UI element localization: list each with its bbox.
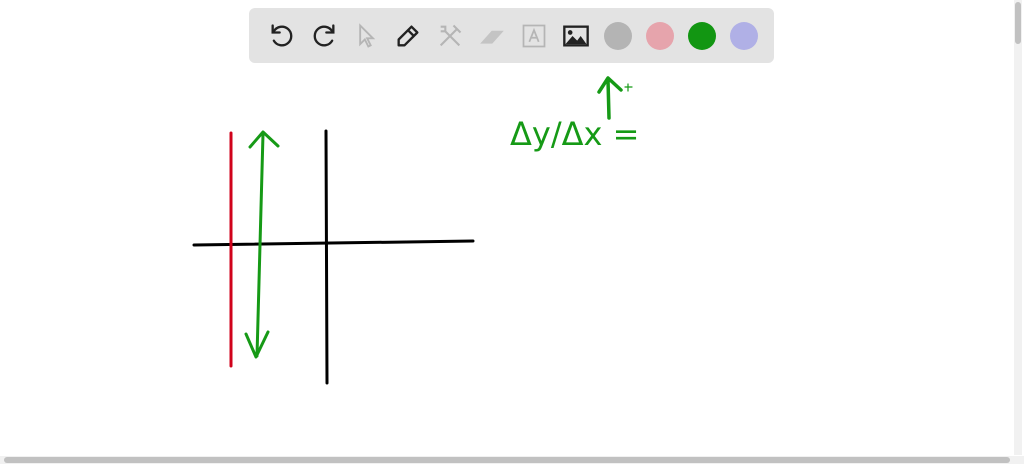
- canvas-drawing: [192, 76, 633, 385]
- vertical-scrollbar[interactable]: [1014, 0, 1022, 455]
- color-swatch-pink[interactable]: [646, 21, 674, 50]
- image-icon: [563, 25, 589, 46]
- tools-icon: [439, 24, 462, 46]
- vertical-axis: [324, 129, 329, 385]
- select-button[interactable]: [345, 15, 387, 57]
- horizontal-axis: [192, 239, 475, 247]
- image-button[interactable]: [555, 15, 597, 57]
- redo-button[interactable]: [303, 15, 345, 57]
- vertical-scrollbar-thumb[interactable]: [1015, 2, 1021, 44]
- text-button[interactable]: [513, 15, 555, 57]
- horizontal-scrollbar-thumb[interactable]: [4, 457, 1010, 463]
- color-swatch-gray[interactable]: [604, 21, 632, 50]
- redo-icon: [313, 23, 335, 46]
- green-up-arrow: [597, 76, 633, 120]
- color-swatch-green[interactable]: [688, 21, 716, 50]
- text-icon: [522, 24, 546, 47]
- undo-button[interactable]: [261, 15, 303, 57]
- eraser-icon: [480, 30, 504, 44]
- handwritten-dy-dx: Δy/Δx =: [510, 115, 640, 153]
- drawing-canvas[interactable]: Δy/Δx =: [0, 0, 1010, 455]
- drawing-toolbar: [249, 8, 774, 63]
- eraser-button[interactable]: [471, 15, 513, 57]
- cursor-icon: [359, 22, 376, 48]
- tools-button[interactable]: [429, 15, 471, 57]
- pen-button[interactable]: [387, 15, 429, 57]
- color-swatch-lavender[interactable]: [730, 21, 758, 50]
- pencil-icon: [397, 25, 419, 46]
- undo-icon: [271, 23, 293, 46]
